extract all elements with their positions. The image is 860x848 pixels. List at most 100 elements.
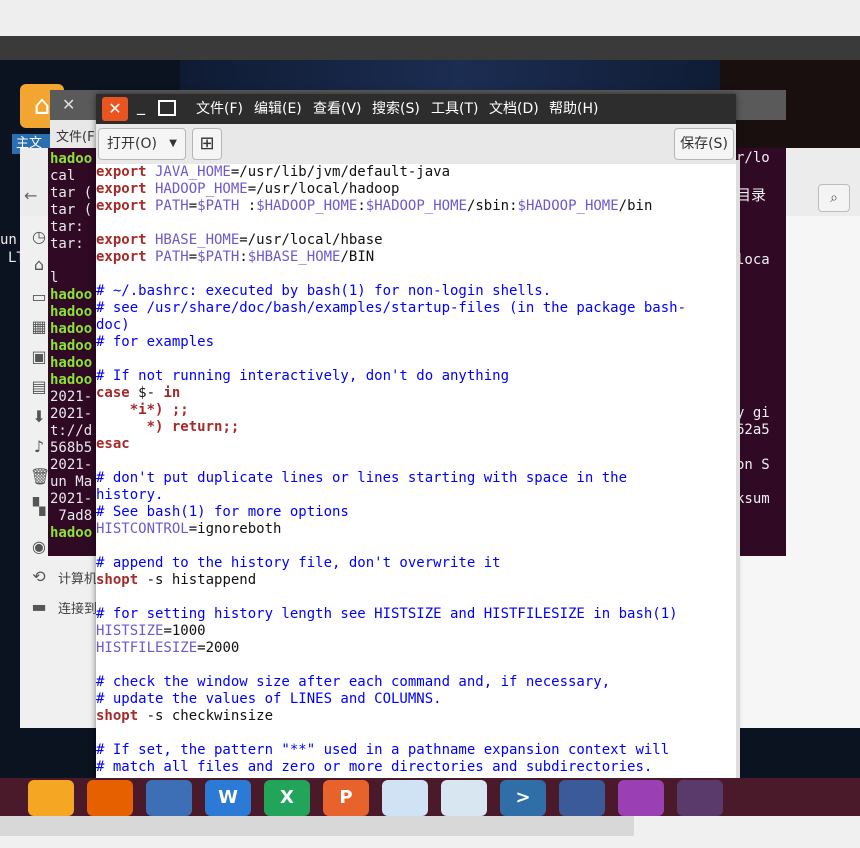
- video-icon[interactable]: ▦: [30, 318, 48, 336]
- wps-writer-app-icon[interactable]: W: [205, 780, 251, 816]
- terminal-line: 2021-: [50, 457, 93, 473]
- terminal-line: tar (: [50, 202, 93, 218]
- wps-spreadsheet-app-icon[interactable]: X: [264, 780, 310, 816]
- code-line: # for setting history length see HISTSIZ…: [96, 606, 678, 622]
- terminal-fragment: ksum: [736, 491, 770, 507]
- documents-icon[interactable]: ▤: [30, 378, 48, 396]
- close-icon[interactable]: ✕: [62, 95, 75, 114]
- terminal-line: hadoo: [50, 338, 93, 354]
- menu-file[interactable]: 文件(F): [196, 100, 243, 118]
- code-line: export PATH=$PATH:$HBASE_HOME/BIN: [96, 249, 375, 265]
- editor-text-area[interactable]: export JAVA_HOME=/usr/lib/jvm/default-ja…: [96, 164, 736, 774]
- bottom-scrollbar[interactable]: [0, 816, 634, 836]
- terminal-fragment: 目录: [736, 186, 767, 204]
- vscode-app-icon[interactable]: >: [500, 780, 546, 816]
- terminal-line: hadoo: [50, 287, 93, 303]
- code-line: # ~/.bashrc: executed by bash(1) for non…: [96, 283, 552, 299]
- menu-search[interactable]: 搜索(S): [372, 100, 420, 118]
- menu-view[interactable]: 查看(V): [313, 100, 362, 118]
- terminal-fragment: loca: [736, 252, 770, 268]
- code-line: HISTFILESIZE=2000: [96, 640, 240, 656]
- code-line: export JAVA_HOME=/usr/lib/jvm/default-ja…: [96, 164, 451, 180]
- music-icon[interactable]: ♪: [30, 438, 48, 456]
- terminal-fragment: r/lo: [736, 150, 770, 166]
- code-line: export HBASE_HOME=/usr/local/hbase: [96, 232, 383, 248]
- code-line: history.: [96, 487, 164, 503]
- minimize-icon[interactable]: _: [132, 98, 150, 117]
- maximize-icon[interactable]: [158, 100, 176, 116]
- terminal-line: hadoo: [50, 525, 93, 541]
- sidebar-item-computer[interactable]: 计算机: [58, 568, 97, 587]
- top-blank-area: [0, 0, 860, 36]
- terminal-line: 2021-: [50, 406, 93, 422]
- terminal-line: 7ad8: [50, 508, 93, 524]
- close-icon[interactable]: ✕: [102, 97, 128, 121]
- menu-edit[interactable]: 编辑(E): [254, 100, 302, 118]
- terminal-line: t://d: [50, 423, 93, 439]
- terminal-line: cal: [50, 168, 76, 184]
- code-line: # append to the history file, don't over…: [96, 555, 501, 571]
- code-line: shopt -s histappend: [96, 572, 257, 588]
- apps-icon[interactable]: ▚: [30, 498, 48, 516]
- code-line: shopt -s checkwinsize: [96, 708, 274, 724]
- code-line: # If not running interactively, don't do…: [96, 368, 510, 384]
- terminal-fragment: 62a5: [736, 422, 770, 438]
- code-line: # match all files and zero or more direc…: [96, 759, 653, 774]
- software-center-app-icon[interactable]: [382, 780, 428, 816]
- download-icon[interactable]: ⬇: [30, 408, 48, 426]
- code-line: # for examples: [96, 334, 215, 350]
- editor-scrollbar[interactable]: [736, 160, 740, 780]
- code-line: export HADOOP_HOME=/usr/local/hadoop: [96, 181, 400, 197]
- menu-tools[interactable]: 工具(T): [431, 100, 478, 118]
- clock-icon[interactable]: ◷: [30, 228, 48, 246]
- code-line: export PATH=$PATH :$HADOOP_HOME:$HADOOP_…: [96, 198, 653, 214]
- terminal-line: 2021-: [50, 491, 93, 507]
- terminal-line: l: [50, 270, 59, 286]
- code-line: # See bash(1) for more options: [96, 504, 349, 520]
- browser-app-icon[interactable]: [146, 780, 192, 816]
- code-line: HISTSIZE=1000: [96, 623, 206, 639]
- disc-app-icon[interactable]: [677, 780, 723, 816]
- code-line: *) return;;: [146, 419, 240, 435]
- terminal-line: hadoo: [50, 321, 93, 337]
- sidebar-item-connect[interactable]: 连接到: [58, 598, 97, 617]
- desktop-icon[interactable]: ▭: [30, 288, 48, 306]
- terminal-line: 2021-: [50, 389, 93, 405]
- search-icon[interactable]: ⌕: [818, 184, 850, 212]
- files-app-icon[interactable]: [28, 780, 74, 816]
- home-icon[interactable]: ⌂: [30, 256, 48, 274]
- terminal-line: hadoo: [50, 372, 93, 388]
- menu-help[interactable]: 帮助(H): [549, 100, 598, 118]
- terminal-line: hadoo: [50, 355, 93, 371]
- back-arrow-icon[interactable]: ←: [24, 186, 50, 208]
- eraser-app-icon[interactable]: [618, 780, 664, 816]
- code-line: # don't put duplicate lines or lines sta…: [96, 470, 628, 486]
- wps-presentation-app-icon[interactable]: P: [323, 780, 369, 816]
- terminal-fragment: on S: [736, 457, 770, 473]
- code-line: *i*) ;;: [129, 402, 189, 418]
- terminal-line: 568b5: [50, 440, 93, 456]
- terminal-fragment: y gi: [736, 405, 770, 421]
- desktop-text: un: [0, 232, 17, 248]
- firefox-app-icon[interactable]: [87, 780, 133, 816]
- computer-icon[interactable]: ⟲: [30, 568, 48, 586]
- save-button[interactable]: 保存(S): [674, 128, 734, 160]
- vm-app-icon[interactable]: [441, 780, 487, 816]
- new-tab-icon[interactable]: ⊞: [192, 128, 222, 160]
- trash-icon[interactable]: 🗑: [30, 468, 50, 486]
- terminal-line: tar (: [50, 185, 93, 201]
- code-line: # update the values of LINES and COLUMNS…: [96, 691, 442, 707]
- disc-icon[interactable]: ◉: [30, 538, 48, 556]
- pictures-icon[interactable]: ▣: [30, 348, 48, 366]
- code-line: # check the window size after each comma…: [96, 674, 611, 690]
- open-button-label: 打开(O): [107, 136, 157, 152]
- screenshot-app-icon[interactable]: [559, 780, 605, 816]
- file-manager-right-edge: [786, 216, 860, 728]
- network-icon[interactable]: ▬: [30, 598, 48, 616]
- terminal-line: tar:: [50, 219, 84, 235]
- menu-documents[interactable]: 文档(D): [489, 100, 539, 118]
- open-button[interactable]: 打开(O) ▼: [98, 128, 186, 160]
- secondary-window-menu-file[interactable]: 文件(F: [56, 126, 95, 145]
- code-line: doc): [96, 317, 130, 333]
- code-line: # If set, the pattern "**" used in a pat…: [96, 742, 670, 758]
